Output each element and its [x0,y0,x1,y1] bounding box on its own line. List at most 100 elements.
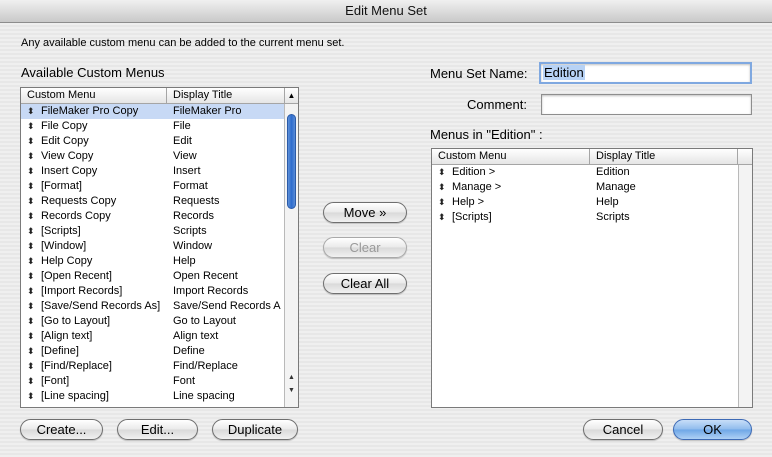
list-item[interactable]: ⬍ [Format] Format [21,179,284,194]
up-down-arrow-icon[interactable]: ⬍ [27,239,35,254]
clear-button[interactable]: Clear [323,237,407,258]
up-down-arrow-icon[interactable]: ⬍ [27,284,35,299]
custom-menu-cell: [Line spacing] [41,390,109,402]
menu-set-name-field[interactable]: Edition [539,62,752,84]
list-item[interactable]: ⬍ File Copy File [21,119,284,134]
column-header-display-title[interactable]: Display Title [590,149,738,164]
custom-menu-cell: Help Copy [41,255,93,267]
list-item[interactable]: ⬍ [Window] Window [21,239,284,254]
list-item[interactable]: ⬍ [Import Records] Import Records [21,284,284,299]
list-item[interactable]: ⬍ [Font] Font [21,374,284,389]
list-item[interactable]: ⬍ Insert Copy Insert [21,164,284,179]
up-down-arrow-icon[interactable]: ⬍ [438,165,446,180]
column-header-custom-menu[interactable]: Custom Menu [432,149,590,164]
scrollbar-thumb[interactable] [287,114,296,209]
custom-menu-cell: File Copy [41,120,88,132]
menus-in-list-scrollbar[interactable] [738,165,752,407]
ok-button[interactable]: OK [673,419,752,440]
custom-menu-cell: [Scripts] [41,225,81,237]
display-title-cell: Records [173,210,214,222]
display-title-cell: File [173,120,191,132]
list-item[interactable]: ⬍ [Align text] Align text [21,329,284,344]
menu-set-name-label: Menu Set Name: [430,66,528,81]
available-list-header: Custom Menu Display Title ▲ [21,88,298,104]
up-down-arrow-icon[interactable]: ⬍ [438,180,446,195]
custom-menu-cell: Requests Copy [41,195,117,207]
list-item[interactable]: ⬍ [Line spacing] Line spacing [21,389,284,404]
up-down-arrow-icon[interactable]: ⬍ [27,359,35,374]
custom-menu-cell: Manage > [452,181,502,193]
list-item[interactable]: ⬍ Manage > Manage [432,180,738,195]
clear-all-button[interactable]: Clear All [323,273,407,294]
up-down-arrow-icon[interactable]: ⬍ [27,194,35,209]
custom-menu-cell: FileMaker Pro Copy [41,105,139,117]
custom-menu-cell: [Format] [41,180,82,192]
list-item[interactable]: ⬍ FileMaker Pro Copy FileMaker Pro [21,104,284,119]
up-down-arrow-icon[interactable]: ⬍ [27,149,35,164]
display-title-cell: Edit [173,135,192,147]
list-item[interactable]: ⬍ [Scripts] Scripts [432,210,738,225]
list-item[interactable]: ⬍ [Scripts] Scripts [21,224,284,239]
up-down-arrow-icon[interactable]: ⬍ [27,104,35,119]
column-header-custom-menu[interactable]: Custom Menu [21,88,167,103]
list-item[interactable]: ⬍ Records Copy Records [21,209,284,224]
comment-field[interactable] [541,94,752,115]
list-item[interactable]: ⬍ [Define] Define [21,344,284,359]
display-title-cell: Scripts [596,211,630,223]
custom-menu-cell: [Font] [41,375,70,387]
list-item[interactable]: ⬍ [Open Recent] Open Recent [21,269,284,284]
custom-menu-cell: [Align text] [41,330,93,342]
display-title-cell: Go to Layout [173,315,236,327]
list-item[interactable]: ⬍ Requests Copy Requests [21,194,284,209]
up-down-arrow-icon[interactable]: ⬍ [27,119,35,134]
edit-button[interactable]: Edit... [117,419,198,440]
custom-menu-cell: [Scripts] [452,211,492,223]
up-down-arrow-icon[interactable]: ⬍ [27,374,35,389]
sort-ascending-icon[interactable]: ▲ [285,88,298,103]
list-item[interactable]: ⬍ [Go to Layout] Go to Layout [21,314,284,329]
up-down-arrow-icon[interactable]: ⬍ [27,254,35,269]
menu-set-name-value: Edition [543,65,585,80]
duplicate-button[interactable]: Duplicate [212,419,298,440]
display-title-cell: Format [173,180,208,192]
display-title-cell: Find/Replace [173,360,238,372]
list-item[interactable]: ⬍ [Save/Send Records As] Save/Send Records… [21,299,284,314]
menus-in-heading: Menus in "Edition" : [430,127,543,142]
display-title-cell: Insert [173,165,201,177]
up-down-arrow-icon[interactable]: ⬍ [27,209,35,224]
display-title-cell: Manage [596,181,636,193]
up-down-arrow-icon[interactable]: ⬍ [27,344,35,359]
up-down-arrow-icon[interactable]: ⬍ [27,269,35,284]
up-down-arrow-icon[interactable]: ⬍ [27,299,35,314]
display-title-cell: Edition [596,166,630,178]
up-down-arrow-icon[interactable]: ⬍ [27,134,35,149]
create-button[interactable]: Create... [20,419,103,440]
list-item[interactable]: ⬍ Help > Help [432,195,738,210]
scroll-up-arrow-icon[interactable]: ▲ [285,372,298,383]
up-down-arrow-icon[interactable]: ⬍ [27,224,35,239]
list-item[interactable]: ⬍ Edit Copy Edit [21,134,284,149]
scroll-down-arrow-icon[interactable]: ▼ [285,385,298,396]
custom-menu-cell: Edit Copy [41,135,89,147]
up-down-arrow-icon[interactable]: ⬍ [27,329,35,344]
column-header-display-title[interactable]: Display Title [167,88,285,103]
menus-in-list[interactable]: Custom Menu Display Title ⬍ Edition > Edit… [431,148,753,408]
available-menus-list[interactable]: Custom Menu Display Title ▲ ⬍ FileMaker P… [20,87,299,408]
list-item[interactable]: ⬍ View Copy View [21,149,284,164]
display-title-cell: Align text [173,330,219,342]
up-down-arrow-icon[interactable]: ⬍ [438,210,446,225]
display-title-cell: Help [596,196,619,208]
list-item[interactable]: ⬍ Help Copy Help [21,254,284,269]
display-title-cell: Window [173,240,213,252]
cancel-button[interactable]: Cancel [583,419,663,440]
display-title-cell: View [173,150,197,162]
up-down-arrow-icon[interactable]: ⬍ [27,314,35,329]
move-button[interactable]: Move » [323,202,407,223]
up-down-arrow-icon[interactable]: ⬍ [27,164,35,179]
up-down-arrow-icon[interactable]: ⬍ [27,179,35,194]
up-down-arrow-icon[interactable]: ⬍ [438,195,446,210]
available-list-scrollbar[interactable]: ▲ ▼ [284,104,298,407]
list-item[interactable]: ⬍ Edition > Edition [432,165,738,180]
up-down-arrow-icon[interactable]: ⬍ [27,389,35,404]
list-item[interactable]: ⬍ [Find/Replace] Find/Replace [21,359,284,374]
